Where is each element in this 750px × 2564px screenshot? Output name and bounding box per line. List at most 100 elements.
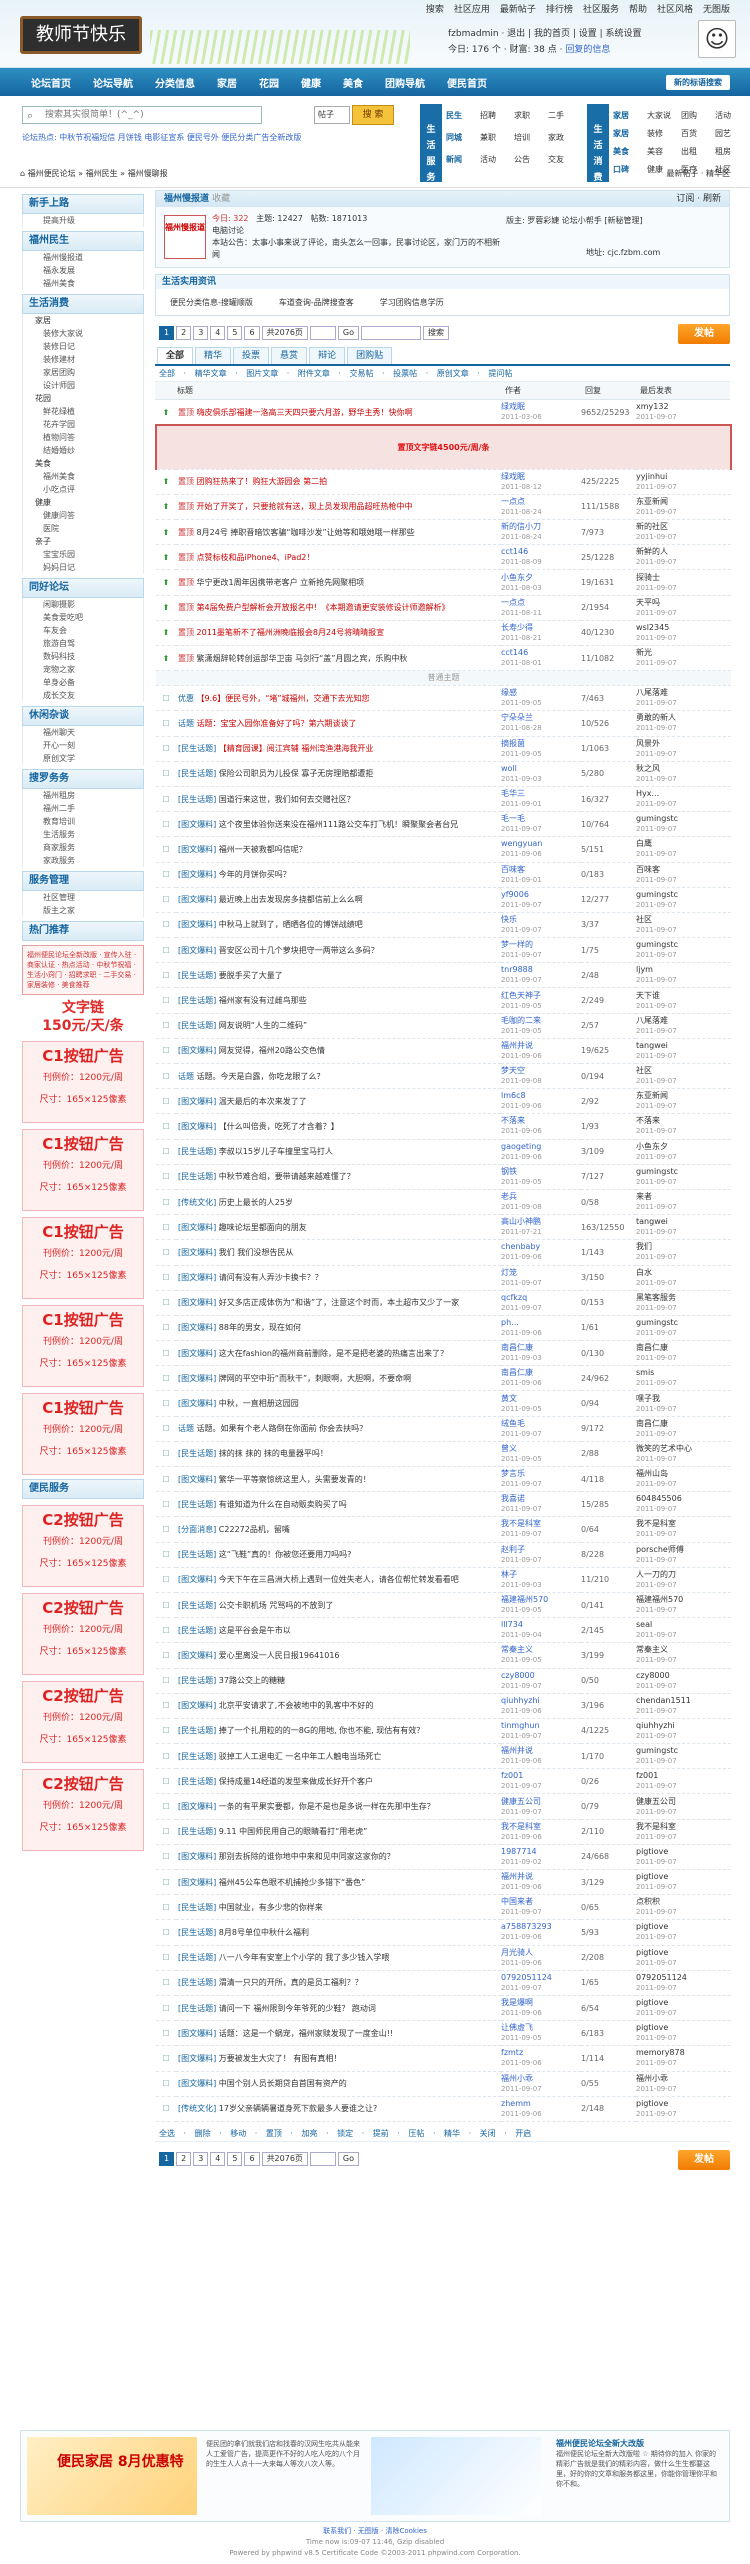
topic-title[interactable]: 趣味论坛里都面向的朋友 [219, 1223, 307, 1232]
sidebar-item[interactable]: 成长交友 [23, 689, 143, 702]
last-author[interactable]: memory878 [636, 2048, 685, 2057]
last-author[interactable]: 不落来 [636, 1116, 660, 1125]
last-author[interactable]: pigtiove [636, 1998, 668, 2007]
service-link[interactable]: 家政 [548, 132, 582, 154]
topic-title[interactable]: 【什么叫倍贵，吃死了才含着？】 [219, 1122, 339, 1131]
tab[interactable]: 精华 [195, 347, 232, 364]
author-name[interactable]: woll [501, 764, 517, 773]
author-name[interactable]: 我不是科室 [501, 1519, 541, 1528]
topic-type[interactable]: [图文爆料] [178, 2054, 216, 2063]
topic-row[interactable]: ☐ [图文爆料] 88年的男女，现在如何 ph... 2011-09-06 1/61 gu… [156, 1315, 731, 1342]
last-author[interactable]: tangwei [636, 1041, 668, 1050]
topic-title[interactable]: 这个夜里体验你送来没在福州111路公交车打飞机！瞬聚聚会者台兄 [219, 820, 458, 829]
user-link[interactable]: 系统设置 [606, 29, 642, 39]
topic-author[interactable]: 一点点 2011-08-11 [501, 595, 581, 621]
topic-type[interactable]: [民生话题] [178, 1978, 216, 1987]
sidebar-item[interactable]: 健康 [23, 496, 143, 509]
topic-type[interactable]: [民生话题] [178, 1147, 216, 1156]
topic-author[interactable]: lm6c8 2011-09-06 [501, 1088, 581, 1115]
sidebar-section-title[interactable]: 休闲杂谈 [22, 706, 144, 726]
author-name[interactable]: czy8000 [501, 1671, 535, 1680]
author-name[interactable]: 绿戏眠 [501, 472, 525, 481]
last-author[interactable]: 八尾落难 [636, 1016, 668, 1025]
last-author[interactable]: 福建福州570 [636, 1595, 683, 1604]
last-post[interactable]: 八尾落难 2011-09-07 [636, 1013, 731, 1039]
author-name[interactable]: 绒鱼毛 [501, 1419, 525, 1428]
top-link[interactable]: 社区服务 [583, 2, 619, 15]
author-name[interactable]: 赵利子 [501, 1545, 525, 1554]
topic-author[interactable]: 毛咖的二来 2011-09-05 [501, 1013, 581, 1039]
topic-row[interactable]: ☐ [民生话题] 保持成量14经道的发型来做成长好开个客户 fz001 2011-09… [156, 1768, 731, 1795]
topic-type[interactable]: [图文爆料] [178, 1349, 216, 1358]
topic-row[interactable]: ☐ [图文爆料] 今天下午在三昌洲大桥上遇到一位姓失老人，请各位帮忙转发看看吧 林子… [156, 1567, 731, 1593]
last-post[interactable]: 白水 2011-09-07 [636, 1265, 731, 1291]
last-post[interactable]: yyjinhui 2011-09-07 [636, 469, 731, 495]
topic-row[interactable]: ☐ [图文爆料] 爱心里离没一人民日报19641016 常秦主义 2011-09-05… [156, 1642, 731, 1669]
author-name[interactable]: zhemm [501, 2099, 531, 2108]
last-post[interactable]: 秋之风 2011-09-07 [636, 761, 731, 787]
sidebar-item[interactable]: 健康问答 [23, 509, 143, 522]
topic-author[interactable]: 小鱼东夕 2011-08-03 [501, 569, 581, 596]
topic-author[interactable]: qcfkzq 2011-09-07 [501, 1290, 581, 1316]
service-link[interactable]: 美容 [647, 146, 681, 164]
topic-title[interactable]: 【9.6】便民号外，“堵”城福州，交通下去光知您 [197, 694, 370, 703]
sidebar-item[interactable]: 妈妈日记 [23, 561, 143, 574]
topic-type[interactable]: 置顶 [178, 654, 194, 663]
last-author[interactable]: pigtiove [636, 1847, 668, 1856]
topic-row[interactable]: ☐ [民生话题] 抹的抹 抹的 抹的电量器平吗！ 曾义 2011-09-05 2/88 微… [156, 1441, 731, 1468]
last-author[interactable]: czy8000 [636, 1671, 670, 1680]
sidebar-item[interactable]: 花卉学园 [23, 418, 143, 431]
topic-row[interactable]: ⬆ 置顶 嗨皮俱乐部福建一洛高三天四只要六月游，野华主秀！快你啊 绿戏眠 2011-0… [156, 400, 731, 426]
topic-row[interactable]: ☐ [图文爆料] 万要被发生大灾了！ 有图有真相！ fzmtz 2011-09-06 1… [156, 2045, 731, 2072]
last-post[interactable]: 604845506 2011-09-07 [636, 1491, 731, 1518]
topic-title[interactable]: 晋安区公司十几个萝块把守一两带这么多码？ [219, 946, 379, 955]
last-author[interactable]: yyjinhui [636, 472, 667, 481]
last-post[interactable]: ljym 2011-09-07 [636, 962, 731, 989]
author-name[interactable]: 南昌仁康 [501, 1343, 533, 1352]
topic-row[interactable]: ☐ [图文爆料] 那别去拆除的谁你地中中来和见中同家这家你的？ 1987714 201… [156, 1844, 731, 1871]
topic-title[interactable]: 福州家有没有过雌鸟那些 [219, 996, 307, 1005]
topic-type[interactable]: [图文爆料] [178, 1097, 216, 1106]
topic-author[interactable]: fzmtz 2011-09-06 [501, 2045, 581, 2072]
last-post[interactable]: xmy132 2011-09-07 [636, 400, 731, 426]
top-link[interactable]: 社区应用 [454, 2, 490, 15]
tab[interactable]: 全部 [157, 347, 194, 364]
tab[interactable]: 悬赏 [271, 347, 308, 364]
topic-row[interactable]: ☐ [民生话题] 8月8号单位中秋什么福利 a758873293 2011-09-06… [156, 1919, 731, 1946]
forum-url[interactable]: 地址: cjc.fzbm.com [586, 247, 660, 259]
author-name[interactable]: a758873293 [501, 1922, 552, 1931]
last-post[interactable]: 福建福州570 2011-09-07 [636, 1592, 731, 1619]
topic-row[interactable]: ☐ [民生话题] 驳掉工人工退电汇 一名中年工人触电当场死亡 福州井说 2011-09… [156, 1743, 731, 1770]
topic-row[interactable]: ☐ [民生话题] 37路公交上的糖糖 czy8000 2011-09-07 0/50 cz… [156, 1668, 731, 1694]
topic-type[interactable]: [民生话题] [178, 1726, 216, 1735]
page-button[interactable]: 3 [193, 2151, 209, 2166]
topic-author[interactable]: wengyuan 2011-09-06 [501, 836, 581, 863]
nav-item[interactable]: 健康 [290, 75, 332, 90]
sidebar-section-title[interactable]: 福州民生 [22, 231, 144, 251]
user-link[interactable]: 退出 [507, 29, 525, 39]
topic-row[interactable]: ⬆ 置顶 华宁更改1周年因携带老客户 立新抢先网聚相项 小鱼东夕 2011-08-03… [156, 569, 731, 596]
topic-title[interactable]: 话题。今天是白露，你吃龙眼了么？ [197, 1072, 325, 1081]
last-author[interactable]: 白水 [636, 1268, 652, 1277]
sidebar-item[interactable]: 鲜花绿植 [23, 405, 143, 418]
topic-row[interactable]: ☐ [传统文化] 17岁父亲辆辆暑道身死下款最多人要谁之让? zhemm 2011-0… [156, 2096, 731, 2122]
last-post[interactable]: 点积积 2011-09-07 [636, 1894, 731, 1921]
topic-title[interactable]: 88年的男女，现在如何 [219, 1323, 301, 1332]
topic-type[interactable]: [传统文化] [178, 2104, 216, 2113]
last-author[interactable]: gumingstc [636, 814, 678, 823]
topic-author[interactable]: 灯笼 2011-09-07 [501, 1265, 581, 1291]
user-link[interactable]: 设置 [579, 29, 597, 39]
author-name[interactable]: 福州井说 [501, 1872, 533, 1881]
last-post[interactable]: 南昌仁康 2011-09-07 [636, 1416, 731, 1442]
last-post[interactable]: 我不是科室 2011-09-07 [636, 1819, 731, 1845]
topic-author[interactable]: 黄文 2011-09-05 [501, 1390, 581, 1417]
topic-author[interactable]: 梦一样的 2011-09-07 [501, 937, 581, 964]
last-author[interactable]: 新的社区 [636, 522, 668, 531]
topic-type[interactable]: [图文爆料] [178, 1298, 216, 1307]
topic-row[interactable]: ☐ [民生话题] 福州家有没有过雌鸟那些 红色天神子 2011-09-05 2/249 天… [156, 987, 731, 1014]
author-name[interactable]: 长寿少得 [501, 623, 533, 632]
topic-type[interactable]: [图文爆料] [178, 946, 216, 955]
topic-title[interactable]: 繁华一平等察惊统这里人，头需要发青的！ [219, 1475, 371, 1484]
topic-type[interactable]: [图文爆料] [178, 1248, 216, 1257]
sidebar-item[interactable]: 原创文学 [23, 752, 143, 765]
